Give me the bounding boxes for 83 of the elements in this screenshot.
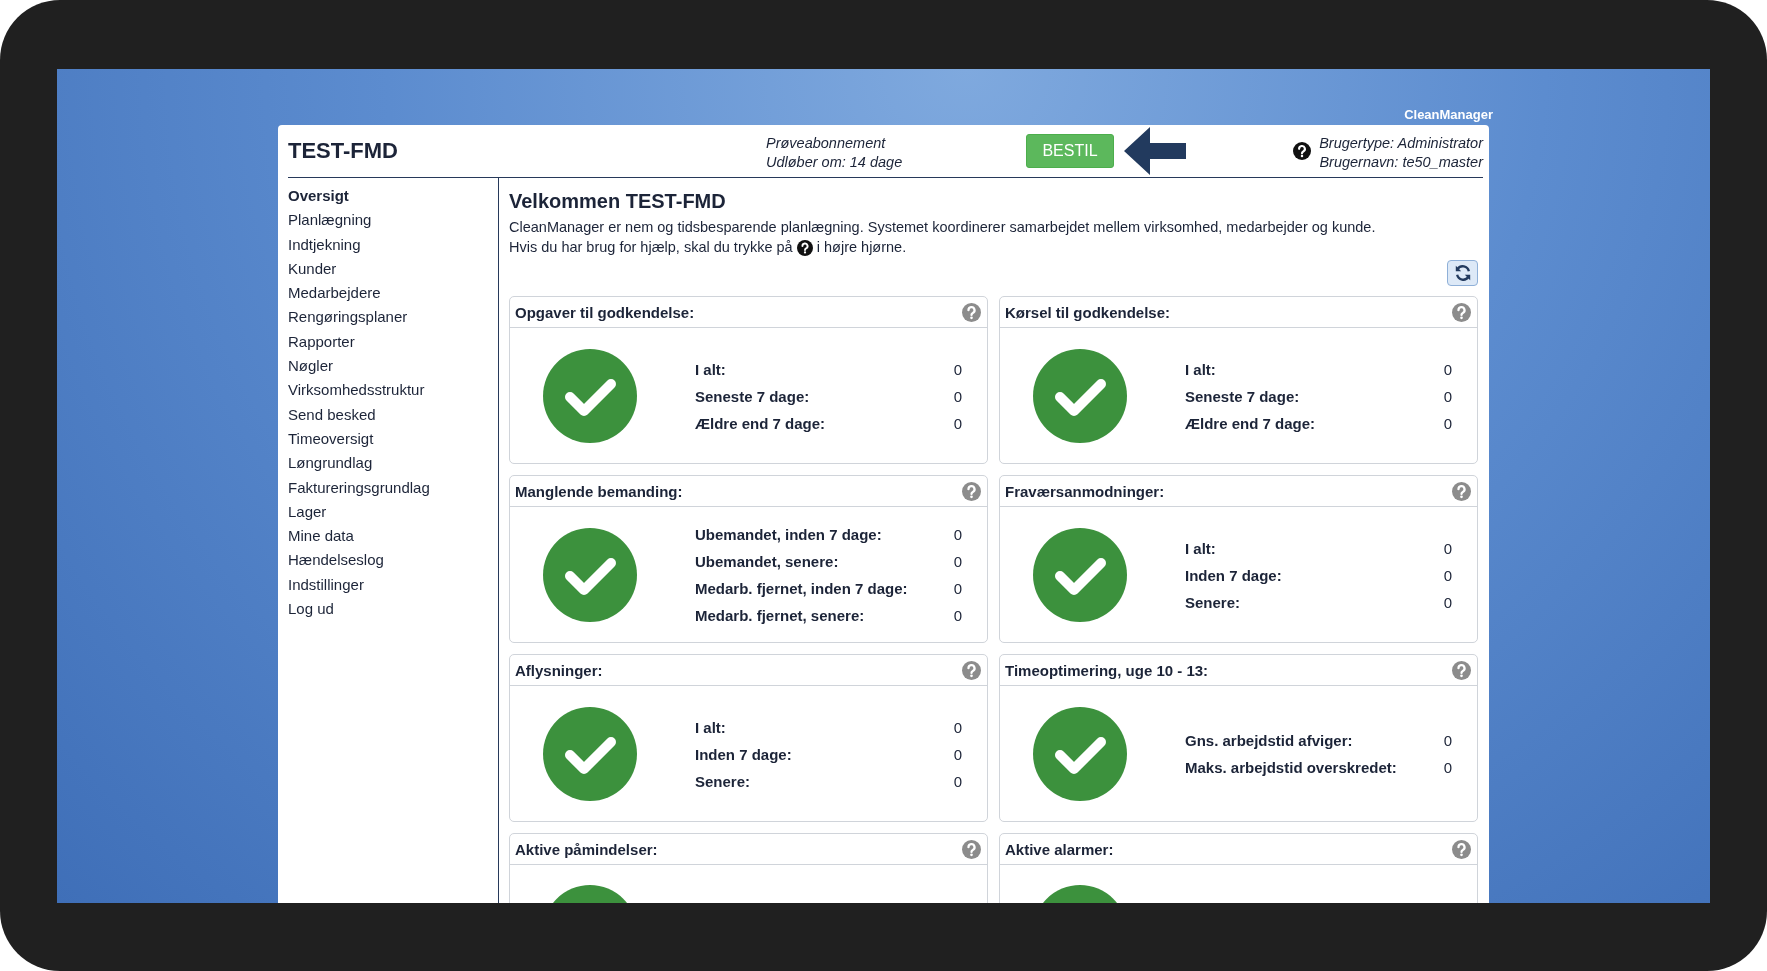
sidebar-item[interactable]: Oversigt <box>288 184 349 209</box>
sidebar-item[interactable]: Kunder <box>288 256 337 282</box>
sidebar-item[interactable]: Medarbejdere <box>288 281 381 306</box>
sidebar-item[interactable]: Rapporter <box>288 329 355 355</box>
stat-value: 0 <box>953 771 962 792</box>
stat-value: 0 <box>1443 538 1452 559</box>
stat-label: I alt: <box>695 359 726 380</box>
checkmark-icon <box>1033 528 1127 623</box>
card-title: Kørsel til godkendelse: <box>1005 303 1171 321</box>
stat-label: Ubemandet, senere: <box>695 552 839 573</box>
stat-value: 0 <box>1443 359 1452 380</box>
card-title: Aktive påmindelser: <box>515 840 658 858</box>
stat-value: 0 <box>953 579 962 600</box>
card-title: Fraværsanmodninger: <box>1005 482 1165 500</box>
stat-value: 0 <box>1443 386 1452 407</box>
sidebar-item[interactable]: Nøgler <box>288 354 333 379</box>
sidebar-item[interactable]: Send besked <box>288 402 376 427</box>
expiry-text: Udløber om: 14 dage <box>766 153 904 172</box>
stat-label: Gns. arbejdstid afviger: <box>1185 731 1353 752</box>
sidebar-item[interactable]: Timeoversigt <box>288 426 374 452</box>
sidebar-item[interactable]: Faktureringsgrundlag <box>288 475 430 500</box>
stat-value: 0 <box>1443 758 1452 779</box>
stat-label: Ældre end 7 dage: <box>1185 413 1316 434</box>
stat-value: 0 <box>1443 413 1452 434</box>
sidebar-item[interactable]: Mine data <box>288 524 354 549</box>
stat-label: Medarb. fjernet, senere: <box>695 606 865 627</box>
card-title: Manglende bemanding: <box>515 482 683 500</box>
sidebar-item[interactable]: Indtjekning <box>288 232 361 257</box>
sidebar-item[interactable]: Planlægning <box>288 208 372 233</box>
help-icon[interactable] <box>1293 142 1312 160</box>
sidebar-item[interactable]: Virksomhedsstruktur <box>288 378 425 403</box>
sidebar-item[interactable]: Hændelseslog <box>288 548 384 573</box>
help-hint-text: i højre hjørne. <box>816 239 907 255</box>
stat-label: Ældre end 7 dage: <box>695 413 826 434</box>
stat-value: 0 <box>953 525 962 546</box>
welcome-heading: Velkommen TEST-FMD <box>509 189 727 214</box>
card-title: Aflysninger: <box>515 661 603 679</box>
stat-label: Ubemandet, inden 7 dage: <box>695 525 882 546</box>
checkmark-icon <box>543 349 637 444</box>
stat-label: Inden 7 dage: <box>695 744 792 765</box>
card-title: Timeoptimering, uge 10 - 13: <box>1005 661 1209 679</box>
subscription-text: Prøveabonnement <box>766 134 887 153</box>
stat-value: 0 <box>953 359 962 380</box>
stat-value: 0 <box>1443 592 1452 613</box>
stat-value: 0 <box>953 717 962 738</box>
sidebar-item[interactable]: Lager <box>288 499 327 525</box>
sidebar-item[interactable]: Indstillinger <box>288 572 364 598</box>
stat-label: Maks. arbejdstid overskredet: <box>1185 758 1397 779</box>
checkmark-icon <box>543 707 637 802</box>
stat-value: 0 <box>953 413 962 434</box>
intro-text: CleanManager er nem og tidsbesparende planlægning. Systemet koordinerer samarbejdet mellem virksomhed, medarbejder og kunde. <box>509 218 1377 236</box>
stat-value: 0 <box>953 744 962 765</box>
sidebar-item[interactable]: Løngrundlag <box>288 451 373 476</box>
refresh-icon <box>1453 264 1472 283</box>
help-icon[interactable] <box>796 240 813 257</box>
stat-value: 0 <box>1443 565 1452 586</box>
card-title: Aktive alarmer: <box>1005 840 1114 858</box>
help-hint-text: Hvis du har brug for hjælp, skal du trykke på <box>509 239 793 255</box>
sidebar-item[interactable]: Rengøringsplaner <box>288 305 408 330</box>
stat-label: Seneste 7 dage: <box>695 386 810 407</box>
stat-label: Inden 7 dage: <box>1185 565 1282 586</box>
brand-name: CleanManager <box>1404 106 1493 124</box>
card-title: Opgaver til godkendelse: <box>515 303 695 321</box>
arrow-icon <box>1124 127 1186 175</box>
checkmark-icon <box>543 528 637 623</box>
user-name-text: Brugernavn: te50_master <box>1319 153 1483 172</box>
refresh-button[interactable] <box>1447 260 1478 287</box>
stat-value: 0 <box>953 386 962 407</box>
stat-value: 0 <box>1443 731 1452 752</box>
checkmark-icon <box>1033 349 1127 444</box>
stat-value: 0 <box>953 606 962 627</box>
sidebar-item[interactable]: Log ud <box>288 597 334 622</box>
stat-value: 0 <box>953 552 962 573</box>
checkmark-icon <box>1033 707 1127 802</box>
stat-label: Senere: <box>695 771 751 792</box>
user-type-text: Brugertype: Administrator <box>1319 134 1483 153</box>
account-title: TEST-FMD <box>288 138 399 164</box>
stat-label: I alt: <box>1185 538 1216 559</box>
stat-label: Senere: <box>1185 592 1241 613</box>
stat-label: Seneste 7 dage: <box>1185 386 1300 407</box>
stat-label: I alt: <box>1185 359 1216 380</box>
stat-label: I alt: <box>695 717 726 738</box>
stat-label: Medarb. fjernet, inden 7 dage: <box>695 579 908 600</box>
